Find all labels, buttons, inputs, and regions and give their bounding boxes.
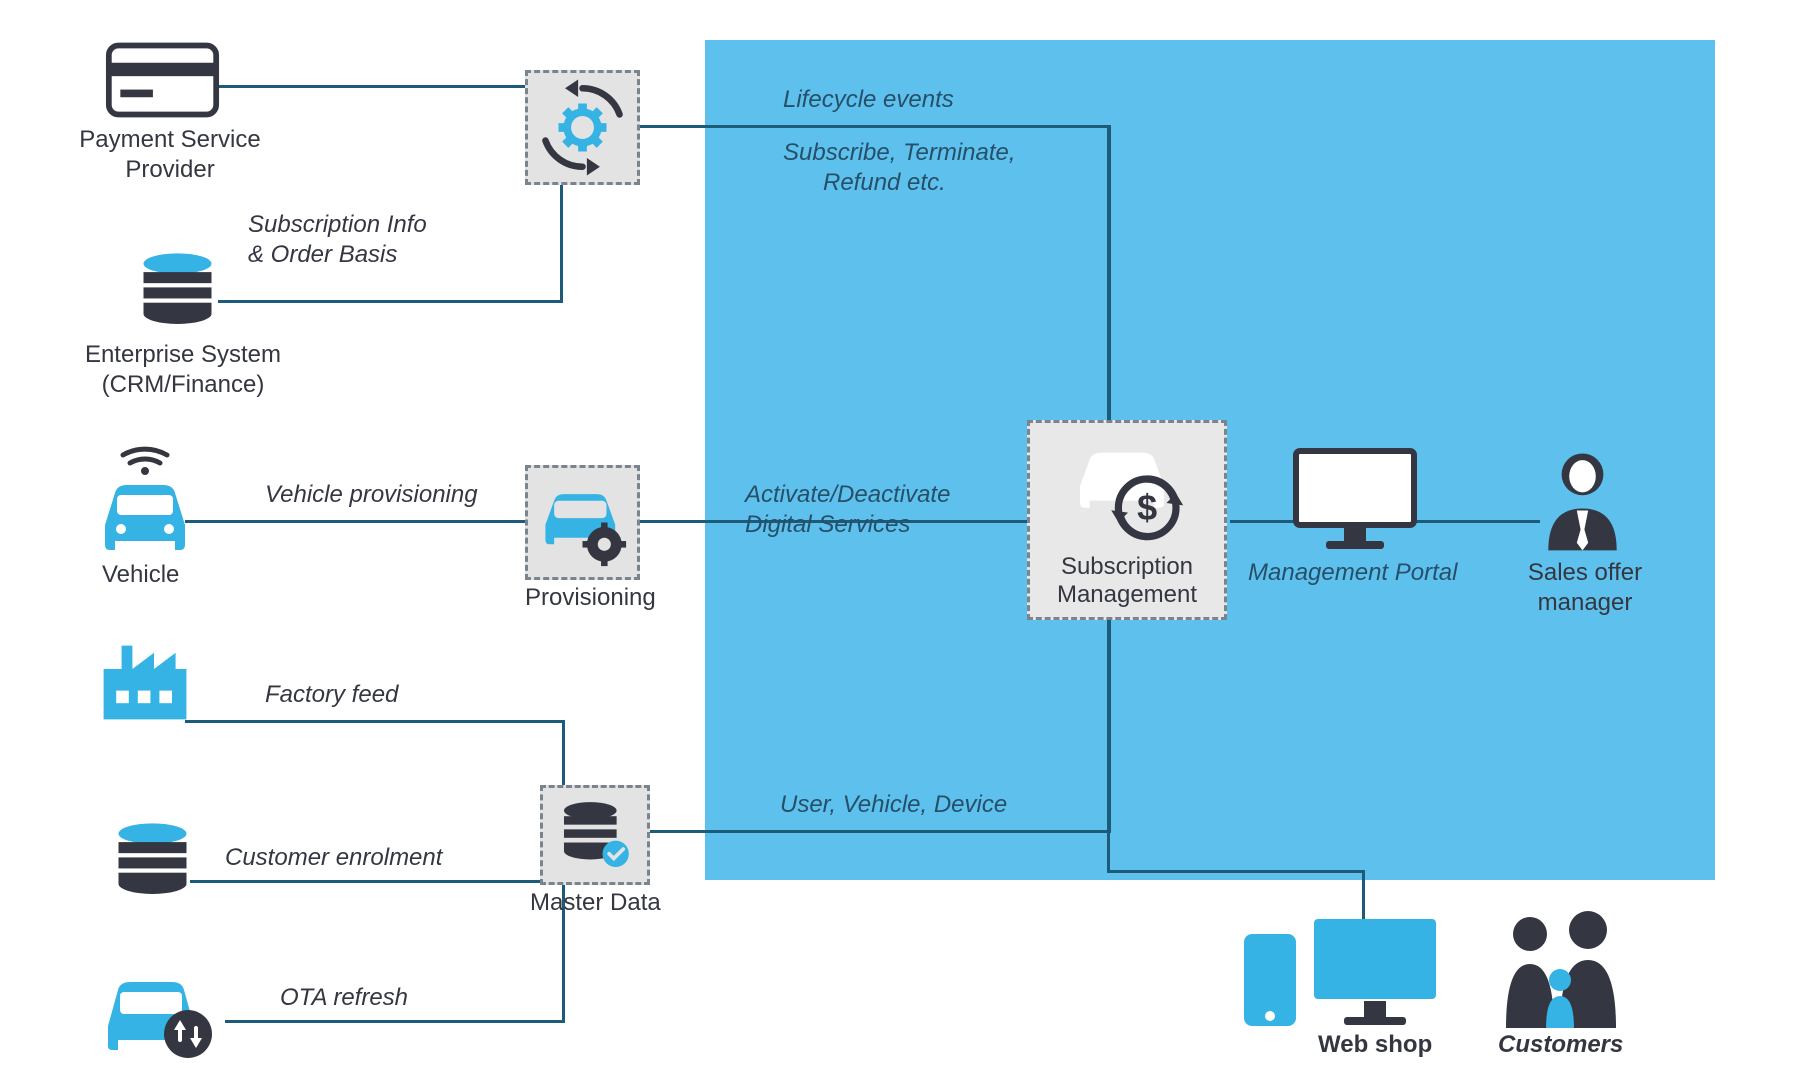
edge-sub-l1: Subscribe, Terminate,	[783, 139, 1016, 166]
label-sales-l1: Sales offer	[1528, 559, 1642, 586]
label-customers: Customers	[1498, 1030, 1623, 1060]
label-vehicle: Vehicle	[102, 560, 179, 590]
connector	[215, 85, 525, 88]
label-sub-mgmt-l2: Management	[1030, 581, 1224, 609]
edge-sub-info-l1: Subscription Info	[248, 211, 427, 238]
connector	[1107, 870, 1362, 873]
label-ent-l2: (CRM/Finance)	[102, 371, 265, 398]
edge-sub-info-l2: & Order Basis	[248, 241, 397, 268]
connector	[218, 300, 563, 303]
phone-icon	[1240, 930, 1300, 1030]
diagram-canvas: Provisioning Master Data $ Subscription …	[0, 0, 1800, 1068]
connector	[190, 880, 565, 883]
database-icon	[135, 250, 220, 335]
edge-sub-l2: Refund etc.	[783, 168, 946, 198]
database-check-icon	[543, 788, 647, 882]
connector	[185, 720, 565, 723]
edge-cust-enrol: Customer enrolment	[225, 843, 442, 873]
factory-icon	[100, 640, 190, 725]
label-webshop: Web shop	[1318, 1030, 1432, 1060]
connector	[1107, 620, 1110, 870]
label-sub-mgmt-l1: Subscription	[1030, 553, 1224, 581]
label-sales-mgr: Sales offer manager	[1515, 558, 1655, 618]
label-sales-l2: manager	[1538, 589, 1633, 616]
svg-text:$: $	[1137, 487, 1157, 528]
car-dollar-icon: $	[1048, 431, 1208, 551]
label-psp: Payment Service Provider	[70, 125, 270, 185]
monitor-icon-2	[1310, 915, 1440, 1030]
edge-factory: Factory feed	[265, 680, 398, 710]
edge-subscribe: Subscribe, Terminate, Refund etc.	[783, 138, 1016, 198]
monitor-icon	[1290, 445, 1420, 555]
box-master-data	[540, 785, 650, 885]
label-psp-text: Payment Service Provider	[79, 126, 260, 183]
connector	[562, 720, 565, 790]
label-enterprise: Enterprise System (CRM/Finance)	[68, 340, 298, 400]
database-icon-2	[110, 820, 195, 905]
people-icon	[1490, 910, 1630, 1030]
label-master-data: Master Data	[530, 888, 661, 918]
edge-lifecycle: Lifecycle events	[783, 85, 954, 115]
connector	[1107, 125, 1111, 421]
edge-uvd: User, Vehicle, Device	[780, 790, 1007, 820]
edge-ota: OTA refresh	[280, 983, 408, 1013]
box-provisioning	[525, 465, 640, 580]
edge-act-l2: Digital Services	[745, 511, 910, 538]
box-gear	[525, 70, 640, 185]
connector	[650, 830, 1110, 833]
car-gear-icon	[528, 468, 637, 577]
edge-veh-prov: Vehicle provisioning	[265, 480, 478, 510]
label-mgmt-portal: Management Portal	[1248, 558, 1457, 588]
car-sync-icon	[100, 960, 220, 1060]
edge-sub-info: Subscription Info & Order Basis	[248, 210, 427, 270]
connected-car-icon	[95, 445, 195, 555]
box-subscription-mgmt: $ Subscription Management	[1027, 420, 1227, 620]
person-icon	[1535, 445, 1630, 555]
connector	[225, 1020, 565, 1023]
connector	[560, 180, 563, 303]
label-provisioning: Provisioning	[525, 583, 656, 613]
edge-activate: Activate/Deactivate Digital Services	[745, 480, 950, 540]
label-ent-l1: Enterprise System	[85, 341, 281, 368]
credit-card-icon	[105, 40, 220, 120]
connector	[640, 125, 1110, 128]
edge-act-l1: Activate/Deactivate	[745, 481, 950, 508]
sync-gear-icon	[528, 73, 637, 182]
